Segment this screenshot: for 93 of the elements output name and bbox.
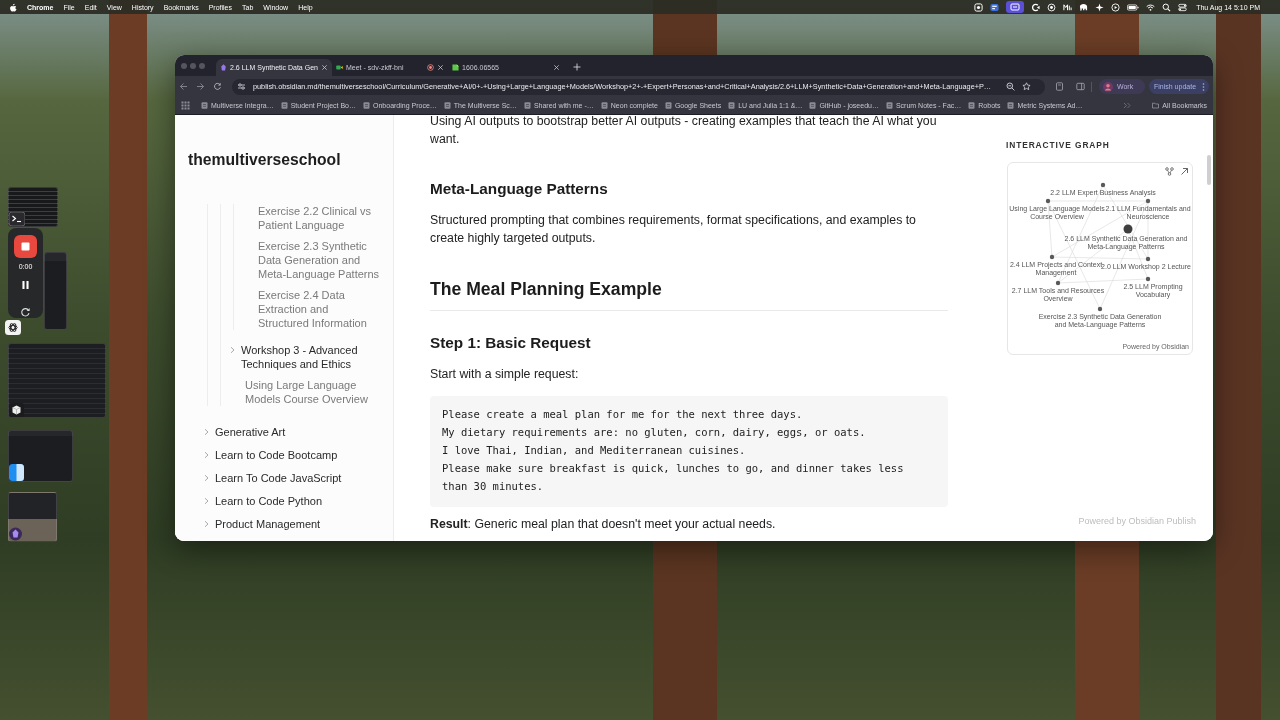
stop-icon[interactable] [14,235,37,258]
close-icon[interactable] [321,64,328,71]
paragraph: Structured prompting that combines requirements, format specifications, and examples to create highly targeted outputs. [430,212,917,247]
nav-link[interactable]: Product Management [215,517,321,531]
nav-link[interactable]: Using Large Language Models Course Overview [245,378,381,406]
graph-node[interactable] [1049,254,1055,260]
screen-share-icon[interactable] [1006,1,1025,13]
avatar-icon [1103,81,1113,92]
document-icon [452,64,459,71]
play-icon[interactable] [1111,2,1121,12]
reload-icon[interactable] [213,82,222,91]
page-icon [443,102,451,109]
close-icon[interactable] [553,64,560,71]
back-icon[interactable] [179,82,188,91]
page-icon [201,102,208,109]
tune-icon[interactable] [237,82,246,91]
window-thumbnail[interactable] [8,187,58,227]
graph-icon[interactable] [1165,166,1174,176]
toggles-icon[interactable] [1178,2,1188,12]
page-icon [1007,102,1015,109]
window-thumbnail[interactable] [8,343,106,418]
graph-node[interactable] [1145,198,1151,204]
graph-node[interactable] [1123,224,1133,234]
sparkle-icon[interactable] [1095,2,1105,12]
page-icon [600,102,608,109]
elephant-icon[interactable] [1079,2,1089,12]
nav-link[interactable]: Learn to Code Python [215,494,323,508]
window-thumbnail[interactable] [8,492,57,542]
page-icon [728,102,736,109]
restart-icon[interactable] [20,307,31,318]
nav-link[interactable]: Workshop 3 - Advanced Techniques and Ethics [241,343,381,371]
nav-link[interactable]: Learn To Code JavaScript [215,471,342,485]
graph-node[interactable] [1145,276,1151,282]
knot-icon[interactable] [5,320,21,335]
record-square-icon[interactable] [974,2,984,12]
graph-node[interactable] [1100,182,1106,188]
apps-grid-icon[interactable] [181,101,190,110]
nav-link[interactable]: Exercise 2.3 Synthetic Data Generation and Meta-Language Patterns [258,239,381,281]
panel-heading: INTERACTIVE GRAPH [1006,139,1110,150]
subsection-heading: Step 1: Basic Request [430,333,591,353]
graph-node[interactable] [1145,256,1151,262]
paragraph: Result: Generic meal plan that doesn't meet your actual needs. [430,516,777,533]
app-tile-icon[interactable] [990,2,1000,12]
code-line: Please create a meal plan for me for the next three days. [442,407,804,422]
search-icon[interactable] [1162,2,1172,12]
two-tone-square-icon[interactable] [9,464,24,481]
video-camera-icon [336,64,343,71]
page-icon [968,102,976,109]
close-icon[interactable] [437,64,444,71]
wifi-icon[interactable] [1146,2,1156,12]
zoom-out-icon[interactable] [1006,82,1015,91]
forward-icon[interactable] [196,82,205,91]
more-icon[interactable] [1202,82,1205,91]
page-icon [885,102,893,109]
graph-node[interactable] [1055,280,1061,286]
page-icon [280,102,288,109]
paragraph: Start with a simple request: [430,366,580,383]
graph-node[interactable] [1045,198,1051,204]
window-thumbnail[interactable] [44,252,67,330]
pause-icon[interactable] [22,281,29,289]
cube-icon[interactable] [9,403,24,417]
window-thumbnail[interactable] [8,430,73,482]
expand-icon[interactable] [1180,166,1189,176]
apple-logo-icon[interactable] [10,2,17,12]
nav-link[interactable]: Exercise 2.4 Data Extraction and Structured Information [258,288,381,330]
star-icon[interactable] [1022,82,1031,91]
code-line: I love Thai, Indian, and Mediterranean cuisines. [442,443,747,458]
page-icon [664,102,672,109]
page-icon[interactable] [1055,82,1064,91]
code-line: Please make sure breakfast is quick, lunches to go, and dinner takes less than 30 minutes. [442,461,905,494]
nav-link[interactable]: Learn to Code Bootcamp [215,448,338,462]
waveform-icon[interactable] [1063,2,1073,12]
arc-icon[interactable] [1031,2,1041,12]
battery-icon[interactable] [1127,2,1140,12]
nav-link[interactable]: Generative Art [215,425,286,439]
gem-icon[interactable] [9,527,22,541]
page-icon [523,102,531,109]
nav-link[interactable]: Exercise 2.2 Clinical vs Patient Language [258,204,381,232]
section-heading: The Meal Planning Example [430,278,662,301]
scrollbar-thumb[interactable] [1207,155,1211,185]
new-tab-icon[interactable] [573,63,581,71]
graph-node[interactable] [1097,306,1103,312]
terminal-icon[interactable] [9,212,25,226]
ring-icon[interactable] [1047,2,1057,12]
folder-icon [1152,102,1160,109]
sidebar-icon[interactable] [1076,82,1085,91]
gem-icon [220,64,227,71]
page-icon [363,102,370,109]
paragraph: Using AI outputs to bootstrap better AI outputs - creating examples that teach the AI what you want. [430,113,938,148]
site-title[interactable]: themultiverseschool [175,115,341,170]
subsection-heading: Meta-Language Patterns [430,179,608,199]
code-line: My dietary requirements are: no gluten, corn, dairy, eggs, or oats. [442,425,867,440]
page-icon [809,102,817,109]
